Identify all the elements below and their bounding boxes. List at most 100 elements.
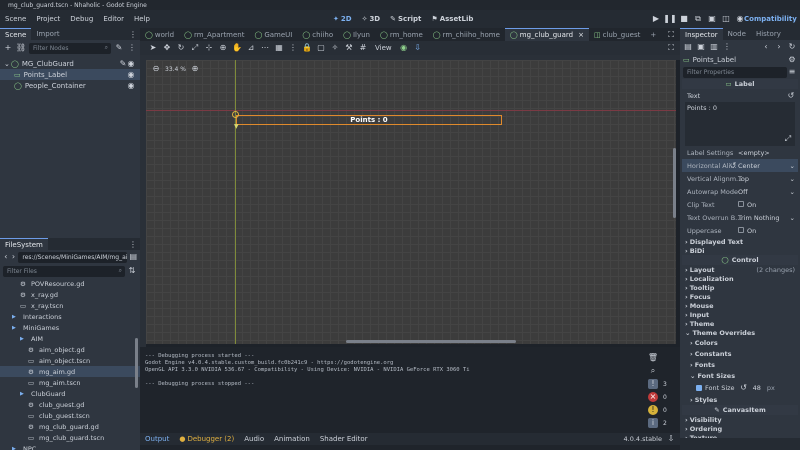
history-icon[interactable]: ↻ — [787, 42, 797, 52]
visibility-eye-icon[interactable]: ◉ — [126, 81, 136, 91]
tab-inspector[interactable]: Inspector — [680, 28, 723, 40]
menu-dots-icon[interactable]: ⋮ — [127, 43, 137, 53]
selectable-icon[interactable]: ⊹ — [204, 43, 214, 53]
split-mode-icon[interactable]: ▤ — [129, 252, 137, 262]
inspector-section[interactable]: › Mouse — [682, 301, 798, 310]
inspector-section[interactable]: › Displayed Text — [682, 237, 798, 246]
property-value[interactable]: Center — [738, 162, 760, 170]
stop-icon[interactable]: ■ — [679, 14, 689, 24]
workspace-assetlib[interactable]: ⚑ AssetLib — [426, 15, 478, 23]
menu-dots-icon[interactable]: ⋮ — [722, 42, 732, 52]
points-label-node[interactable]: Points : 0 — [236, 115, 502, 125]
inspector-section[interactable]: ⌄ Font Sizes — [682, 370, 798, 381]
ruler-icon[interactable]: ⊿ — [246, 43, 256, 53]
inspector-section[interactable]: › Fonts — [682, 359, 798, 370]
checkbox-icon[interactable] — [738, 200, 744, 207]
workspace-script[interactable]: ✎ Script — [385, 15, 426, 23]
play-custom-icon[interactable]: ◫ — [721, 14, 731, 24]
zoom-in-icon[interactable]: ⊕ — [190, 64, 200, 74]
file-tree-item[interactable]: ⚙ mg_club_guard.gd — [0, 421, 140, 432]
section-styles[interactable]: › Styles — [682, 394, 798, 405]
anchor-handle-icon[interactable]: ▼ — [234, 123, 239, 130]
group-icon[interactable]: ▢ — [316, 43, 326, 53]
attach-script-icon[interactable]: ✎ — [114, 43, 124, 53]
new-resource-icon[interactable]: ▤ — [683, 42, 693, 52]
prop-font-size[interactable]: Font Size ↺ 48 px — [682, 381, 798, 394]
inspector-section[interactable]: › Colors — [682, 337, 798, 348]
tab-debugger[interactable]: ● Debugger (2) — [174, 435, 239, 443]
add-node-icon[interactable]: + — [3, 43, 13, 53]
checkbox-icon[interactable] — [738, 226, 744, 233]
sort-icon[interactable]: ⇅ — [127, 266, 137, 276]
menu-help[interactable]: Help — [129, 15, 155, 23]
checkbox-icon[interactable] — [696, 384, 702, 391]
renderer-selector[interactable]: Compatibility⌄ — [744, 10, 800, 28]
menu-scene[interactable]: Scene — [0, 15, 31, 23]
property-value[interactable]: On — [738, 200, 756, 209]
fullscreen-icon[interactable]: ⛶ — [666, 43, 676, 53]
2d-viewport[interactable]: ⊖ 33.4 % ⊕ Points : 0 ▼ — [146, 60, 676, 344]
zoom-out-icon[interactable]: ⊖ — [151, 64, 161, 74]
scene-tab[interactable]: ◯ Ilyun — [338, 28, 375, 41]
inspector-section[interactable]: ⌄ Theme Overrides — [682, 328, 798, 337]
tool-icon[interactable]: ⚙ — [787, 55, 797, 65]
tab-scene[interactable]: Scene — [0, 28, 32, 40]
menu-project[interactable]: Project — [31, 15, 65, 23]
menu-dots-icon[interactable]: ⋮ — [128, 30, 138, 40]
file-tree-item[interactable]: ▶ ClubGuard — [0, 388, 140, 399]
info-counter[interactable]: i2 — [648, 417, 667, 429]
property-value[interactable]: Trim Nothing — [738, 214, 779, 222]
file-tree-item[interactable]: ⚙ club_guest.gd — [0, 399, 140, 410]
message-counter[interactable]: ! 3 — [648, 378, 667, 390]
scene-tab[interactable]: ◯ mg_club_guard × — [504, 28, 589, 41]
tab-filesystem[interactable]: FileSystem — [0, 238, 48, 250]
layout-icon[interactable]: ⇩ — [413, 43, 423, 53]
revert-icon[interactable]: ↺ — [728, 161, 738, 171]
file-tree-item[interactable]: ▶ AIM — [0, 333, 140, 344]
section-layout[interactable]: › Layout (2 changes) — [682, 265, 798, 274]
text-value-field[interactable]: Points : 0 ⤢ — [685, 102, 795, 146]
visibility-eye-icon[interactable]: ◉ — [126, 70, 136, 80]
file-tree-item[interactable]: ▭ mg_club_guard.tscn — [0, 432, 140, 443]
clear-log-icon[interactable]: 🗑 — [648, 353, 658, 363]
filter-files-input[interactable]: Filter Files ⌕ — [3, 265, 125, 277]
filter-properties-input[interactable]: Filter Properties — [683, 66, 787, 78]
file-tree-scrollbar[interactable] — [135, 338, 138, 388]
inspector-section[interactable]: › Tooltip — [682, 283, 798, 292]
scene-tab[interactable]: ◯ chiiho — [297, 28, 338, 41]
settings-icon[interactable]: ≡ — [787, 67, 797, 77]
grid-icon[interactable]: # — [358, 43, 368, 53]
pivot-icon[interactable]: ⊕ — [218, 43, 228, 53]
pan-mode-icon[interactable]: ✋ — [232, 43, 242, 53]
file-tree-item[interactable]: ▶ Interactions — [0, 311, 140, 322]
warning-counter[interactable]: ! 0 — [648, 404, 667, 416]
distraction-free-icon[interactable]: ⛶ — [666, 30, 676, 40]
property-value[interactable]: On — [738, 226, 756, 235]
inspector-property[interactable]: Clip Text On — [682, 198, 798, 211]
open-resource-icon[interactable]: ▣ — [696, 42, 706, 52]
add-tab-icon[interactable]: + — [645, 28, 661, 41]
inspector-section[interactable]: › Visibility — [682, 415, 798, 424]
scene-tab[interactable]: ◯ rm_Apartment — [179, 28, 249, 41]
file-tree-item[interactable]: ⚙ mg_aim.gd — [0, 366, 140, 377]
scene-tab[interactable]: ◫ club_guest — [589, 28, 645, 41]
file-tree-item[interactable]: ▭ aim_object.tscn — [0, 355, 140, 366]
smart-snap-icon[interactable]: ⋯ — [260, 43, 270, 53]
inspector-property[interactable]: Label Settings <empty> — [682, 146, 798, 159]
error-counter[interactable]: × 0 — [648, 391, 667, 403]
path-input[interactable]: res://Scenes/MiniGames/AIM/mg_ai — [18, 251, 128, 263]
save-resource-icon[interactable]: ▥ — [709, 42, 719, 52]
inspector-section[interactable]: › Focus — [682, 292, 798, 301]
remote-debug-icon[interactable]: ⧉ — [693, 14, 703, 24]
inspector-section[interactable]: › Localization — [682, 274, 798, 283]
tab-history[interactable]: History — [751, 28, 786, 40]
pivot-handle[interactable] — [232, 111, 239, 118]
inspector-property[interactable]: Autowrap Mode Off ⌄ — [682, 185, 798, 198]
workspace-2d[interactable]: ✦ 2D — [328, 15, 357, 23]
file-tree-item[interactable]: ⚙ aim_object.gd — [0, 344, 140, 355]
back-arrow-icon[interactable]: ‹ — [3, 252, 9, 262]
output-log[interactable]: --- Debugging process started --- Godot … — [145, 353, 645, 433]
search-icon[interactable]: ⌕ — [648, 366, 658, 376]
menu-dots-icon[interactable]: ⋮ — [288, 43, 298, 53]
revert-icon[interactable]: ↺ — [739, 383, 749, 393]
